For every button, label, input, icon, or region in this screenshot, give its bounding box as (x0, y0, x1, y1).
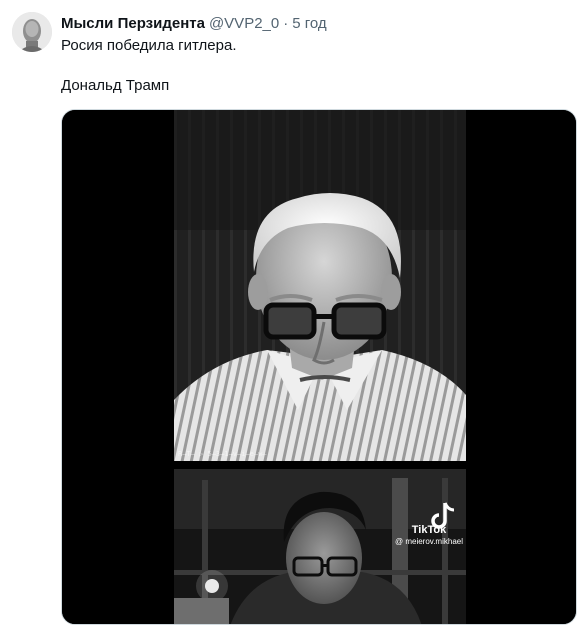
separator-dot: · (283, 15, 289, 32)
tweet-text-line-2: Дональд Трамп (61, 77, 170, 94)
tweet-text-line-1: Росия победила гитлера. (61, 37, 237, 54)
tweet-timestamp[interactable]: 5 год (292, 15, 326, 32)
tweet-text: Росия победила гитлера. Дональд Трамп (61, 36, 571, 96)
tweet-card[interactable]: Мысли Перзидента @VVP2_0 · 5 год Росия побе… (0, 0, 583, 636)
author-handle[interactable]: @VVP2_0 (209, 15, 279, 32)
avatar-image (12, 12, 52, 52)
tweet-header: Мысли Перзидента @VVP2_0 · 5 год (61, 14, 571, 34)
video-watermark: R̶T̶ ▷ 5̶3̶1̶v̶i̶e̶w̶ (178, 450, 267, 458)
avatar[interactable] (12, 12, 52, 52)
video-frame (62, 110, 576, 624)
author-display-name[interactable]: Мысли Перзидента (61, 15, 205, 32)
video-media[interactable]: TikTok @ meierov.mikhael R̶T̶ ▷ 5̶3̶1̶v̶… (61, 109, 577, 625)
tiktok-brand-label: TikTok (411, 524, 447, 536)
tiktok-username: @ meierov.mikhael (395, 537, 463, 546)
tiktok-overlay: TikTok @ meierov.mikhael (389, 523, 469, 547)
